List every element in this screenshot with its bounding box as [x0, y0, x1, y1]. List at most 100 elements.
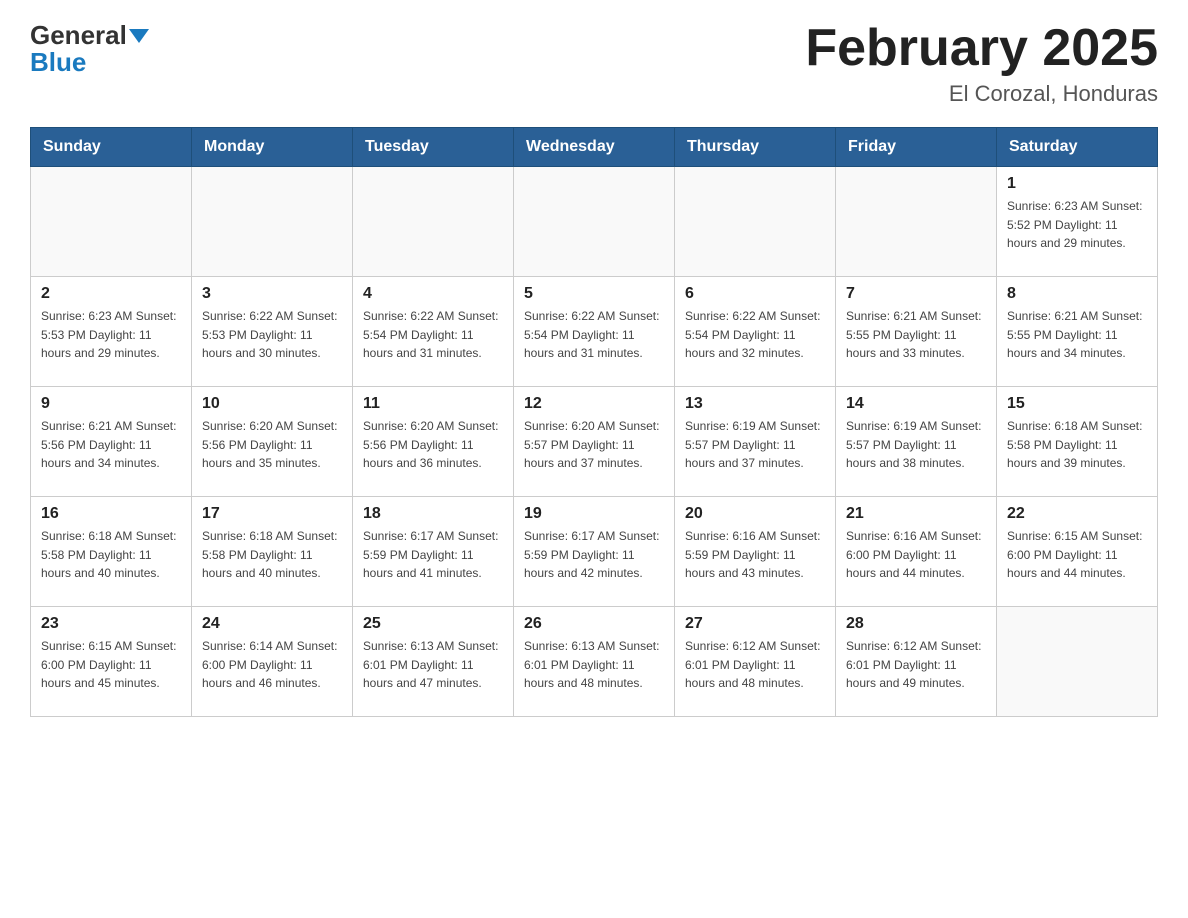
day-number: 16: [41, 505, 181, 523]
day-number: 14: [846, 395, 986, 413]
day-info: Sunrise: 6:13 AM Sunset: 6:01 PM Dayligh…: [524, 637, 664, 693]
day-info: Sunrise: 6:13 AM Sunset: 6:01 PM Dayligh…: [363, 637, 503, 693]
week-row-2: 2 Sunrise: 6:23 AM Sunset: 5:53 PM Daylig…: [31, 277, 1158, 387]
col-monday: Monday: [192, 128, 353, 167]
day-cell: 11 Sunrise: 6:20 AM Sunset: 5:56 PM Dayli…: [353, 387, 514, 497]
day-info: Sunrise: 6:12 AM Sunset: 6:01 PM Dayligh…: [685, 637, 825, 693]
day-cell: 8 Sunrise: 6:21 AM Sunset: 5:55 PM Daylig…: [997, 277, 1158, 387]
day-info: Sunrise: 6:18 AM Sunset: 5:58 PM Dayligh…: [202, 527, 342, 583]
day-number: 1: [1007, 175, 1147, 193]
calendar-body: 1 Sunrise: 6:23 AM Sunset: 5:52 PM Daylig…: [31, 167, 1158, 717]
day-number: 6: [685, 285, 825, 303]
day-cell: [514, 167, 675, 277]
day-number: 13: [685, 395, 825, 413]
col-friday: Friday: [836, 128, 997, 167]
day-cell: 15Sunrise: 6:18 AM Sunset: 5:58 PM Dayli…: [997, 387, 1158, 497]
day-cell: 24Sunrise: 6:14 AM Sunset: 6:00 PM Dayli…: [192, 607, 353, 717]
day-info: Sunrise: 6:22 AM Sunset: 5:53 PM Dayligh…: [202, 307, 342, 363]
day-cell: 16 Sunrise: 6:18 AM Sunset: 5:58 PM Dayli…: [31, 497, 192, 607]
day-info: Sunrise: 6:23 AM Sunset: 5:52 PM Dayligh…: [1007, 197, 1147, 253]
day-info: Sunrise: 6:23 AM Sunset: 5:53 PM Dayligh…: [41, 307, 181, 363]
week-row-5: 23 Sunrise: 6:15 AM Sunset: 6:00 PM Dayli…: [31, 607, 1158, 717]
day-cell: 7 Sunrise: 6:21 AM Sunset: 5:55 PM Daylig…: [836, 277, 997, 387]
day-number: 2: [41, 285, 181, 303]
day-info: Sunrise: 6:22 AM Sunset: 5:54 PM Dayligh…: [685, 307, 825, 363]
logo: General Blue: [30, 20, 149, 78]
day-number: 24: [202, 615, 342, 633]
day-cell: 21 Sunrise: 6:16 AM Sunset: 6:00 PM Dayli…: [836, 497, 997, 607]
day-info: Sunrise: 6:16 AM Sunset: 6:00 PM Dayligh…: [846, 527, 986, 583]
day-number: 20: [685, 505, 825, 523]
day-number: 7: [846, 285, 986, 303]
calendar-title: February 2025: [805, 20, 1158, 77]
header-row: Sunday Monday Tuesday Wednesday Thursday…: [31, 128, 1158, 167]
day-cell: 9 Sunrise: 6:21 AM Sunset: 5:56 PM Daylig…: [31, 387, 192, 497]
day-cell: 13 Sunrise: 6:19 AM Sunset: 5:57 PM Dayli…: [675, 387, 836, 497]
day-number: 22: [1007, 505, 1147, 523]
day-info: Sunrise: 6:21 AM Sunset: 5:55 PM Dayligh…: [1007, 307, 1147, 363]
day-cell: [192, 167, 353, 277]
col-tuesday: Tuesday: [353, 128, 514, 167]
day-cell: [31, 167, 192, 277]
week-row-3: 9 Sunrise: 6:21 AM Sunset: 5:56 PM Daylig…: [31, 387, 1158, 497]
day-number: 15: [1007, 395, 1147, 413]
day-cell: [836, 167, 997, 277]
day-number: 25: [363, 615, 503, 633]
day-cell: 1 Sunrise: 6:23 AM Sunset: 5:52 PM Daylig…: [997, 167, 1158, 277]
day-number: 23: [41, 615, 181, 633]
day-info: Sunrise: 6:22 AM Sunset: 5:54 PM Dayligh…: [524, 307, 664, 363]
day-cell: 25 Sunrise: 6:13 AM Sunset: 6:01 PM Dayli…: [353, 607, 514, 717]
day-cell: 4 Sunrise: 6:22 AM Sunset: 5:54 PM Daylig…: [353, 277, 514, 387]
day-info: Sunrise: 6:12 AM Sunset: 6:01 PM Dayligh…: [846, 637, 986, 693]
day-cell: 10Sunrise: 6:20 AM Sunset: 5:56 PM Dayli…: [192, 387, 353, 497]
col-thursday: Thursday: [675, 128, 836, 167]
day-cell: 2 Sunrise: 6:23 AM Sunset: 5:53 PM Daylig…: [31, 277, 192, 387]
day-cell: 20Sunrise: 6:16 AM Sunset: 5:59 PM Dayli…: [675, 497, 836, 607]
logo-blue-text: Blue: [30, 47, 86, 78]
calendar-subtitle: El Corozal, Honduras: [805, 81, 1158, 107]
col-saturday: Saturday: [997, 128, 1158, 167]
title-block: February 2025 El Corozal, Honduras: [805, 20, 1158, 107]
day-info: Sunrise: 6:21 AM Sunset: 5:55 PM Dayligh…: [846, 307, 986, 363]
day-cell: 19 Sunrise: 6:17 AM Sunset: 5:59 PM Dayli…: [514, 497, 675, 607]
week-row-4: 16 Sunrise: 6:18 AM Sunset: 5:58 PM Dayli…: [31, 497, 1158, 607]
day-cell: 17 Sunrise: 6:18 AM Sunset: 5:58 PM Dayli…: [192, 497, 353, 607]
day-info: Sunrise: 6:17 AM Sunset: 5:59 PM Dayligh…: [524, 527, 664, 583]
day-info: Sunrise: 6:20 AM Sunset: 5:56 PM Dayligh…: [363, 417, 503, 473]
day-cell: [353, 167, 514, 277]
day-number: 17: [202, 505, 342, 523]
day-number: 11: [363, 395, 503, 413]
calendar-header: Sunday Monday Tuesday Wednesday Thursday…: [31, 128, 1158, 167]
day-info: Sunrise: 6:19 AM Sunset: 5:57 PM Dayligh…: [846, 417, 986, 473]
day-cell: [675, 167, 836, 277]
day-info: Sunrise: 6:20 AM Sunset: 5:57 PM Dayligh…: [524, 417, 664, 473]
day-info: Sunrise: 6:19 AM Sunset: 5:57 PM Dayligh…: [685, 417, 825, 473]
day-cell: 5Sunrise: 6:22 AM Sunset: 5:54 PM Daylig…: [514, 277, 675, 387]
calendar-table: Sunday Monday Tuesday Wednesday Thursday…: [30, 127, 1158, 717]
day-info: Sunrise: 6:21 AM Sunset: 5:56 PM Dayligh…: [41, 417, 181, 473]
day-number: 4: [363, 285, 503, 303]
day-number: 18: [363, 505, 503, 523]
day-cell: 18Sunrise: 6:17 AM Sunset: 5:59 PM Dayli…: [353, 497, 514, 607]
day-cell: 6 Sunrise: 6:22 AM Sunset: 5:54 PM Daylig…: [675, 277, 836, 387]
day-cell: 27 Sunrise: 6:12 AM Sunset: 6:01 PM Dayli…: [675, 607, 836, 717]
day-number: 3: [202, 285, 342, 303]
col-wednesday: Wednesday: [514, 128, 675, 167]
day-info: Sunrise: 6:15 AM Sunset: 6:00 PM Dayligh…: [1007, 527, 1147, 583]
day-info: Sunrise: 6:20 AM Sunset: 5:56 PM Dayligh…: [202, 417, 342, 473]
day-info: Sunrise: 6:15 AM Sunset: 6:00 PM Dayligh…: [41, 637, 181, 693]
day-number: 8: [1007, 285, 1147, 303]
day-number: 9: [41, 395, 181, 413]
col-sunday: Sunday: [31, 128, 192, 167]
day-number: 26: [524, 615, 664, 633]
day-number: 27: [685, 615, 825, 633]
day-number: 12: [524, 395, 664, 413]
day-number: 21: [846, 505, 986, 523]
day-cell: [997, 607, 1158, 717]
day-info: Sunrise: 6:22 AM Sunset: 5:54 PM Dayligh…: [363, 307, 503, 363]
day-cell: 3 Sunrise: 6:22 AM Sunset: 5:53 PM Daylig…: [192, 277, 353, 387]
day-info: Sunrise: 6:18 AM Sunset: 5:58 PM Dayligh…: [41, 527, 181, 583]
day-number: 19: [524, 505, 664, 523]
week-row-1: 1 Sunrise: 6:23 AM Sunset: 5:52 PM Daylig…: [31, 167, 1158, 277]
day-cell: 26 Sunrise: 6:13 AM Sunset: 6:01 PM Dayli…: [514, 607, 675, 717]
